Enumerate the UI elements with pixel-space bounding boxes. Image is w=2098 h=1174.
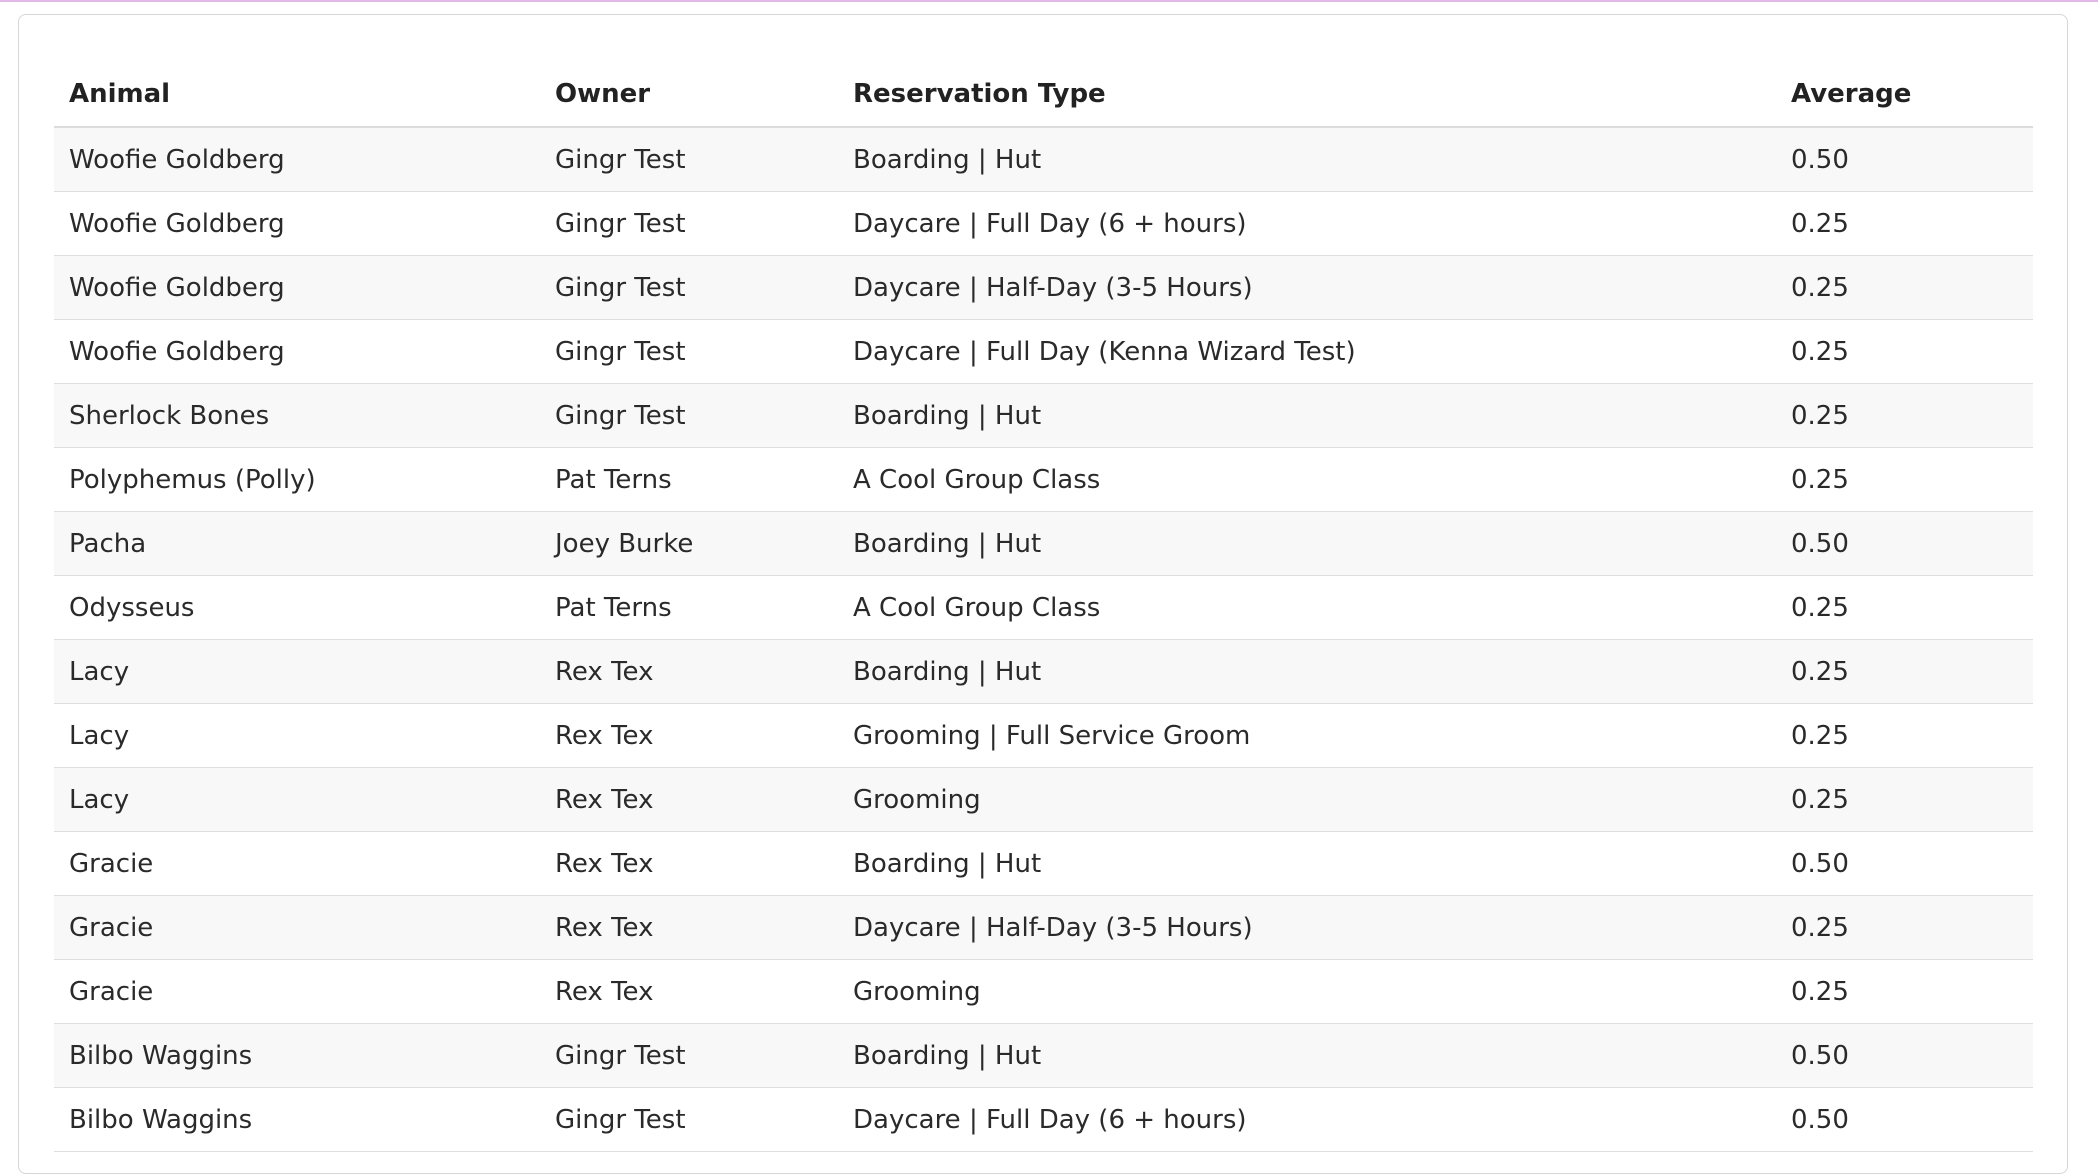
cell-animal: Bilbo Waggins [54, 1087, 540, 1152]
cell-animal: Woofie Goldberg [54, 191, 540, 256]
cell-reservation-type: Boarding | Hut [838, 383, 1776, 448]
cell-owner: Gingr Test [540, 191, 838, 256]
cell-average: 0.50 [1776, 511, 2033, 576]
cell-owner: Joey Burke [540, 511, 838, 576]
column-header-owner[interactable]: Owner [540, 62, 838, 128]
cell-average: 0.25 [1776, 767, 2033, 832]
cell-reservation-type: Daycare | Half-Day (3-5 Hours) [838, 895, 1776, 960]
cell-reservation-type: Daycare | Full Day (6 + hours) [838, 1087, 1776, 1152]
cell-reservation-type: Daycare | Half-Day (3-5 Hours) [838, 255, 1776, 320]
top-accent-line [0, 0, 2098, 2]
cell-animal: Odysseus [54, 575, 540, 640]
cell-animal: Woofie Goldberg [54, 319, 540, 384]
cell-average: 0.25 [1776, 959, 2033, 1024]
table-row[interactable]: Gracie Rex Tex Boarding | Hut 0.50 [54, 831, 2033, 896]
cell-reservation-type: Grooming [838, 959, 1776, 1024]
cell-reservation-type: Boarding | Hut [838, 1023, 1776, 1088]
cell-owner: Gingr Test [540, 1023, 838, 1088]
column-header-average[interactable]: Average [1776, 62, 2033, 128]
cell-owner: Rex Tex [540, 767, 838, 832]
cell-owner: Gingr Test [540, 127, 838, 192]
cell-reservation-type: Boarding | Hut [838, 639, 1776, 704]
cell-average: 0.50 [1776, 831, 2033, 896]
cell-animal: Woofie Goldberg [54, 255, 540, 320]
cell-animal: Lacy [54, 639, 540, 704]
table-row[interactable]: Lacy Rex Tex Grooming | Full Service Groom… [54, 703, 2033, 768]
cell-animal: Lacy [54, 703, 540, 768]
cell-animal: Gracie [54, 831, 540, 896]
column-header-reservation-type[interactable]: Reservation Type [838, 62, 1776, 128]
cell-owner: Rex Tex [540, 639, 838, 704]
cell-average: 0.25 [1776, 191, 2033, 256]
cell-animal: Woofie Goldberg [54, 127, 540, 192]
cell-animal: Bilbo Waggins [54, 1023, 540, 1088]
cell-average: 0.25 [1776, 639, 2033, 704]
cell-owner: Rex Tex [540, 895, 838, 960]
table-row[interactable]: Gracie Rex Tex Grooming 0.25 [54, 959, 2033, 1024]
cell-reservation-type: Boarding | Hut [838, 511, 1776, 576]
table-row[interactable]: Pacha Joey Burke Boarding | Hut 0.50 [54, 511, 2033, 576]
table-row[interactable]: Lacy Rex Tex Boarding | Hut 0.25 [54, 639, 2033, 704]
cell-average: 0.50 [1776, 127, 2033, 192]
table-row[interactable]: Lacy Rex Tex Grooming 0.25 [54, 767, 2033, 832]
table-header-row: Animal Owner Reservation Type Average [54, 62, 2033, 128]
column-header-animal[interactable]: Animal [54, 62, 540, 128]
cell-average: 0.25 [1776, 575, 2033, 640]
cell-average: 0.25 [1776, 383, 2033, 448]
cell-average: 0.25 [1776, 703, 2033, 768]
table-row[interactable]: Woofie Goldberg Gingr Test Boarding | Hut 0… [54, 127, 2033, 192]
table-row[interactable]: Woofie Goldberg Gingr Test Daycare | Half-… [54, 255, 2033, 320]
cell-animal: Polyphemus (Polly) [54, 447, 540, 512]
cell-animal: Pacha [54, 511, 540, 576]
cell-reservation-type: Boarding | Hut [838, 831, 1776, 896]
cell-reservation-type: Boarding | Hut [838, 127, 1776, 192]
report-card: Animal Owner Reservation Type Average Wo… [18, 14, 2068, 1174]
cell-average: 0.50 [1776, 1023, 2033, 1088]
cell-average: 0.25 [1776, 319, 2033, 384]
cell-average: 0.25 [1776, 255, 2033, 320]
cell-owner: Pat Terns [540, 447, 838, 512]
cell-animal: Gracie [54, 895, 540, 960]
cell-reservation-type: A Cool Group Class [838, 575, 1776, 640]
cell-reservation-type: Grooming | Full Service Groom [838, 703, 1776, 768]
cell-average: 0.25 [1776, 447, 2033, 512]
cell-reservation-type: Daycare | Full Day (Kenna Wizard Test) [838, 319, 1776, 384]
cell-owner: Gingr Test [540, 383, 838, 448]
cell-owner: Gingr Test [540, 319, 838, 384]
table-row[interactable]: Polyphemus (Polly) Pat Terns A Cool Group … [54, 447, 2033, 512]
table-body: Woofie Goldberg Gingr Test Boarding | Hut 0… [54, 127, 2033, 1152]
table-row[interactable]: Bilbo Waggins Gingr Test Daycare | Full Da… [54, 1087, 2033, 1152]
cell-reservation-type: Grooming [838, 767, 1776, 832]
cell-reservation-type: Daycare | Full Day (6 + hours) [838, 191, 1776, 256]
table-row[interactable]: Woofie Goldberg Gingr Test Daycare | Full … [54, 191, 2033, 256]
table-row[interactable]: Bilbo Waggins Gingr Test Boarding | Hut 0.5… [54, 1023, 2033, 1088]
reservation-average-table: Animal Owner Reservation Type Average Wo… [54, 62, 2033, 1152]
table-row[interactable]: Sherlock Bones Gingr Test Boarding | Hut 0.… [54, 383, 2033, 448]
cell-animal: Sherlock Bones [54, 383, 540, 448]
cell-owner: Gingr Test [540, 1087, 838, 1152]
table-row[interactable]: Odysseus Pat Terns A Cool Group Class 0.25 [54, 575, 2033, 640]
cell-owner: Gingr Test [540, 255, 838, 320]
cell-animal: Lacy [54, 767, 540, 832]
cell-reservation-type: A Cool Group Class [838, 447, 1776, 512]
table-row[interactable]: Woofie Goldberg Gingr Test Daycare | Full … [54, 319, 2033, 384]
cell-average: 0.25 [1776, 895, 2033, 960]
cell-owner: Rex Tex [540, 703, 838, 768]
cell-owner: Pat Terns [540, 575, 838, 640]
cell-animal: Gracie [54, 959, 540, 1024]
cell-owner: Rex Tex [540, 959, 838, 1024]
table-row[interactable]: Gracie Rex Tex Daycare | Half-Day (3-5 Hou… [54, 895, 2033, 960]
cell-owner: Rex Tex [540, 831, 838, 896]
cell-average: 0.50 [1776, 1087, 2033, 1152]
